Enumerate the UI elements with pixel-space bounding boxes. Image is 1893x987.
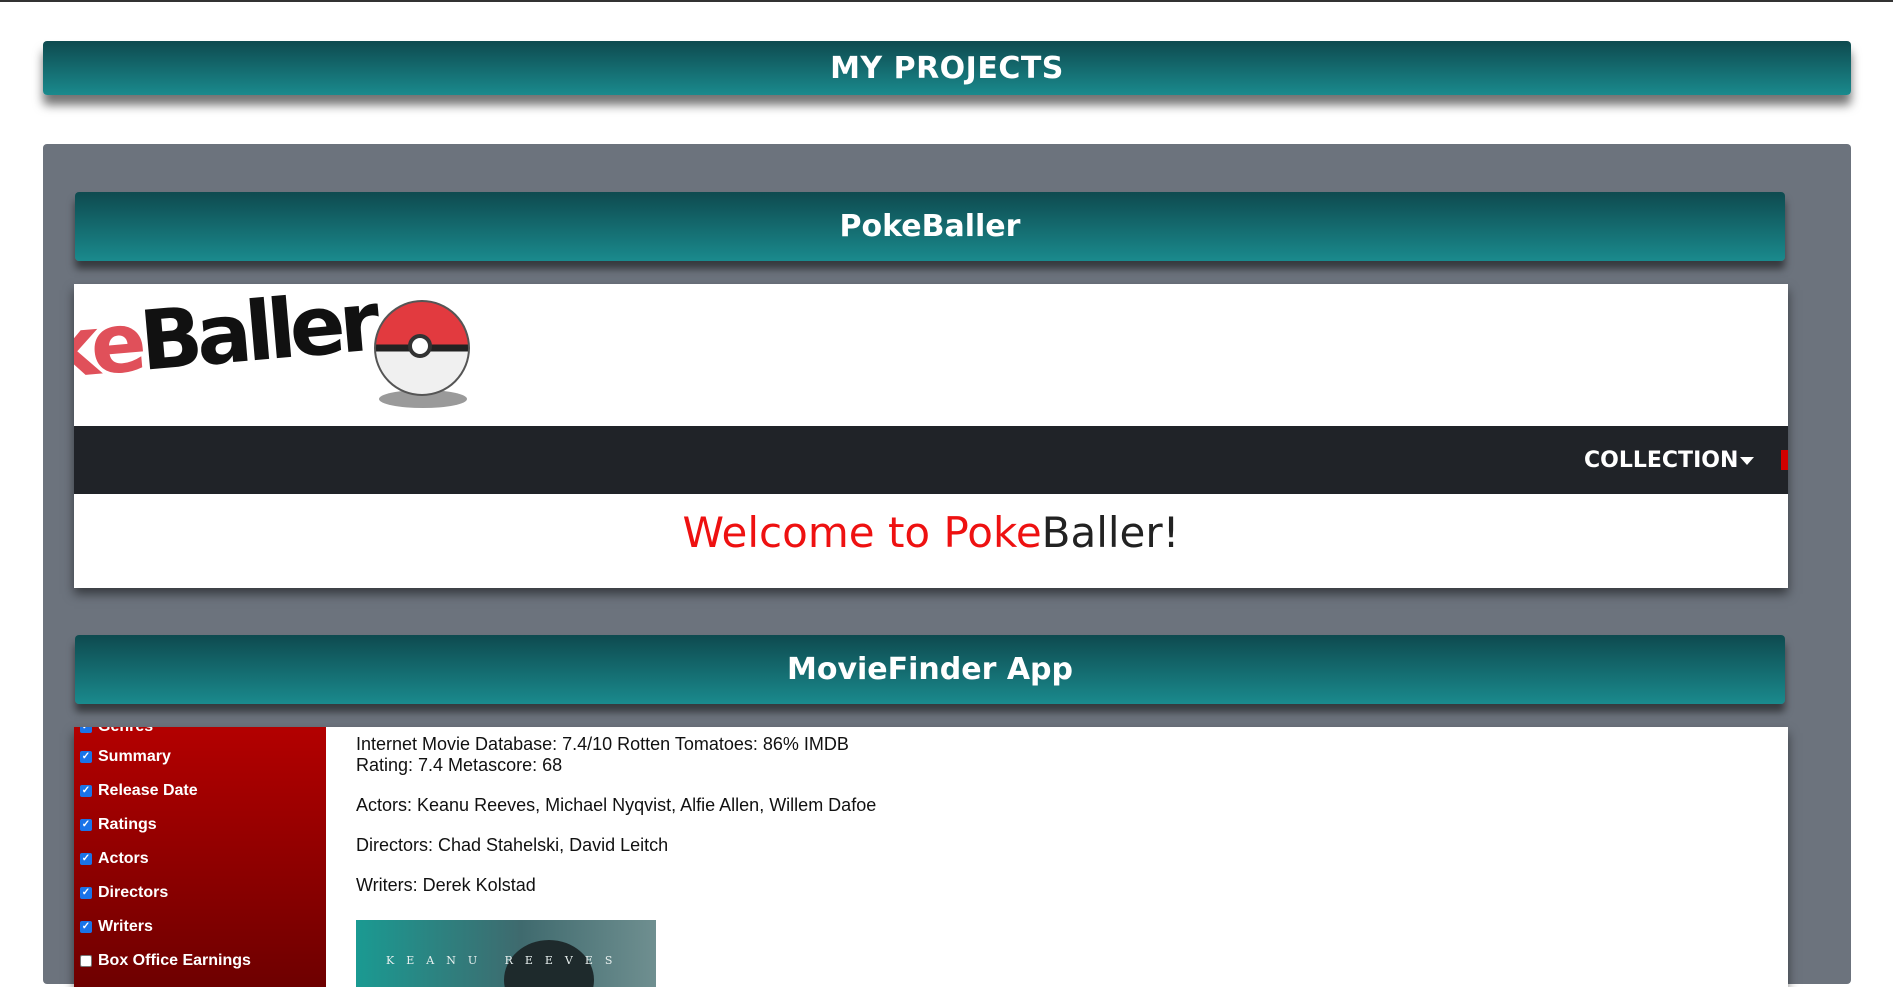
projects-panel: PokeBaller keBaller COLLECTION Welcome t… [43,144,1851,987]
moviefinder-sidebar: ✓Genres ✓Summary ✓Release Date ✓Ratings … [74,727,326,987]
welcome-heading: Welcome to PokeBaller! [682,508,1180,557]
ratings-line-1: Internet Movie Database: 7.4/10 Rotten T… [356,734,849,754]
caret-down-icon[interactable] [1740,457,1754,465]
movie-details: Internet Movie Database: 7.4/10 Rotten T… [356,727,1756,896]
checkbox[interactable]: ✓ [80,921,92,933]
project-title-moviefinder: MovieFinder App [75,635,1785,704]
pokeball-icon [374,300,470,396]
sidebar-item-genres[interactable]: ✓Genres [80,727,153,737]
moviefinder-preview[interactable]: ✓Genres ✓Summary ✓Release Date ✓Ratings … [74,727,1788,987]
checkbox[interactable]: ✓ [80,819,92,831]
project-title-pokeballer: PokeBaller [75,192,1785,261]
checkbox[interactable]: ✓ [80,785,92,797]
pokeballer-logo[interactable]: keBaller [74,284,378,398]
nav-collection-dropdown[interactable]: COLLECTION [1584,448,1738,473]
checkbox[interactable]: ✓ [80,887,92,899]
pokeballer-navbar: COLLECTION [74,426,1788,494]
movie-poster: KEANU REEVES [356,920,656,987]
ratings-line-2: Rating: 7.4 Metascore: 68 [356,755,563,775]
sidebar-item-release-date[interactable]: ✓ Release Date [80,781,198,801]
checkbox[interactable]: ✓ [80,751,92,763]
sidebar-item-ratings[interactable]: ✓ Ratings [80,815,157,835]
sidebar-item-box-office[interactable]: Box Office Earnings [80,951,251,971]
checkbox[interactable]: ✓ [80,853,92,865]
checkbox[interactable] [80,955,92,967]
writers-text: Writers: Derek Kolstad [356,875,536,895]
sidebar-item-actors[interactable]: ✓ Actors [80,849,149,869]
sidebar-item-summary[interactable]: ✓ Summary [80,747,171,767]
nav-next-item[interactable] [1781,450,1788,470]
pokeballer-preview[interactable]: keBaller COLLECTION Welcome to PokeBalle… [74,284,1788,588]
directors-text: Directors: Chad Stahelski, David Leitch [356,835,669,855]
poster-title: KEANU REEVES [386,954,625,967]
page-title: MY PROJECTS [43,41,1851,95]
sidebar-item-writers[interactable]: ✓ Writers [80,917,153,937]
sidebar-item-directors[interactable]: ✓ Directors [80,883,168,903]
actors-text: Actors: Keanu Reeves, Michael Nyqvist, A… [356,795,877,815]
checkbox[interactable]: ✓ [80,727,92,733]
